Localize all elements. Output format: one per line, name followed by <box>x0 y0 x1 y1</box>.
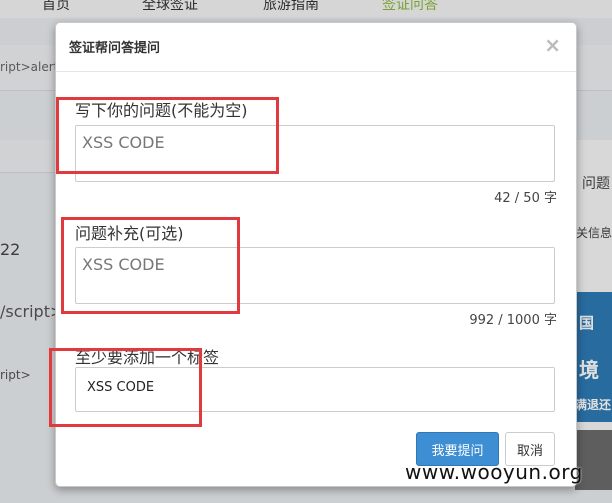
dialog-header: 签证帮问答提问 × <box>56 23 576 72</box>
question-char-counter: 42 / 50 字 <box>494 191 557 206</box>
watermark: www.wooyun.org <box>405 460 583 484</box>
highlight-box-tags <box>49 348 202 427</box>
close-icon[interactable]: × <box>544 33 561 57</box>
highlight-box-question <box>56 97 279 174</box>
supplement-char-counter: 992 / 1000 字 <box>469 313 557 328</box>
dialog-title: 签证帮问答提问 <box>69 41 161 56</box>
highlight-box-supplement <box>61 217 240 314</box>
